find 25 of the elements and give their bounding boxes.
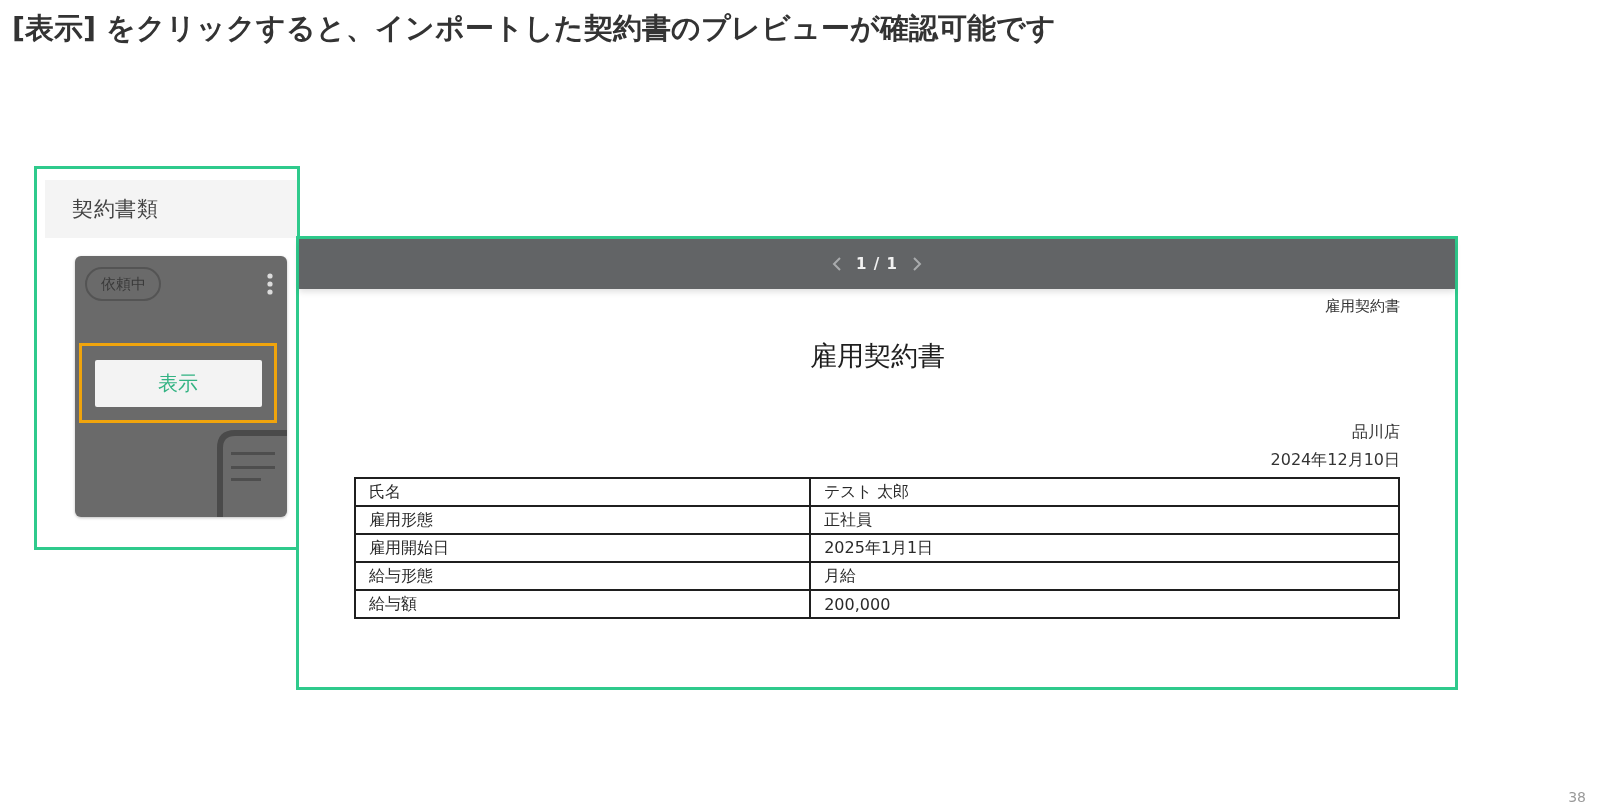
previous-page-button[interactable] <box>832 256 843 272</box>
chevron-left-icon <box>832 256 843 272</box>
table-cell: 氏名 <box>355 478 811 506</box>
table-cell: 月給 <box>810 562 1399 590</box>
table-cell: 給与額 <box>355 590 811 618</box>
document-header-note: 雇用契約書 <box>1325 297 1400 316</box>
table-cell: 正社員 <box>810 506 1399 534</box>
document-title: 雇用契約書 <box>809 339 945 373</box>
more-menu-icon[interactable] <box>267 273 273 295</box>
chevron-right-icon <box>911 256 922 272</box>
page-number: 38 <box>1568 789 1586 805</box>
panel-title: 契約書類 <box>72 196 158 223</box>
document-icon <box>217 430 287 517</box>
store-name: 品川店 <box>1352 421 1400 443</box>
next-page-button[interactable] <box>911 256 922 272</box>
table-cell: 2025年1月1日 <box>810 534 1399 562</box>
view-button[interactable]: 表示 <box>94 359 262 407</box>
table-cell: 給与形態 <box>355 562 811 590</box>
table-cell: テスト 太郎 <box>810 478 1399 506</box>
page-counter: 1 / 1 <box>856 255 898 273</box>
table-cell: 200,000 <box>810 590 1399 618</box>
table-cell: 雇用形態 <box>355 506 811 534</box>
table-cell: 雇用開始日 <box>355 534 811 562</box>
slide-heading: [表示] をクリックすると、インポートした契約書のプレビューが確認可能です <box>11 11 1057 47</box>
document-date: 2024年12月10日 <box>1270 449 1400 471</box>
